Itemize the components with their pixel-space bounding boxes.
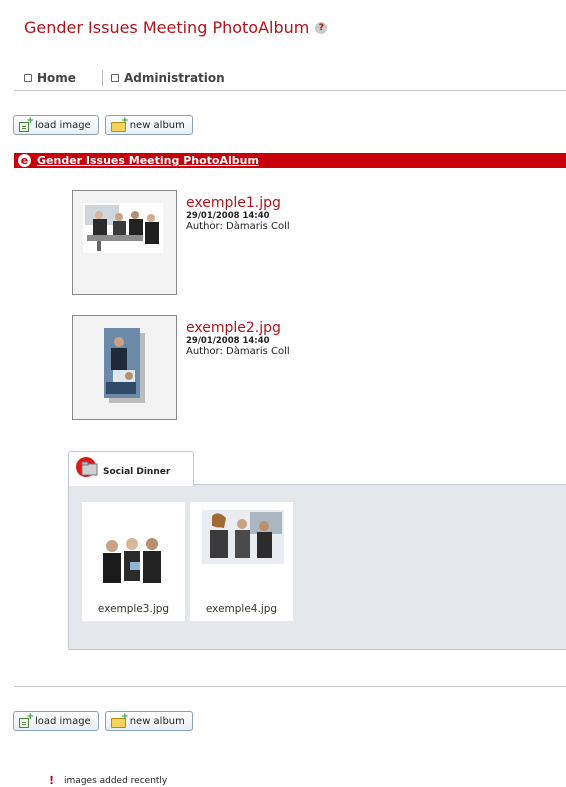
image-author: Author: Dàmaris Coll <box>186 221 290 232</box>
group-photo-icon <box>103 538 161 583</box>
image-date: 29/01/2008 14:40 <box>186 211 270 221</box>
nav-separator <box>102 70 103 86</box>
main-nav: Home Administration <box>14 64 566 91</box>
subalbum-image-name: exemple4.jpg <box>205 603 278 615</box>
image-thumbnail[interactable] <box>72 315 177 420</box>
image-item: exemple1.jpg 29/01/2008 14:40 Author: Dà… <box>72 190 552 296</box>
add-folder-icon: + <box>110 712 129 728</box>
image-author: Author: Dàmaris Coll <box>186 346 290 357</box>
image-meta: exemple2.jpg 29/01/2008 14:40 Author: Dà… <box>186 321 290 358</box>
album-folder-icon <box>76 457 98 477</box>
new-album-button[interactable]: + new album <box>104 115 193 135</box>
new-album-label: new album <box>129 715 185 727</box>
nav-item-administration[interactable]: Administration <box>111 71 225 85</box>
add-folder-icon: + <box>110 116 129 132</box>
image-item: exemple2.jpg 29/01/2008 14:40 Author: Dà… <box>72 315 552 421</box>
office-photo-icon <box>202 510 284 564</box>
nav-item-label: Home <box>37 71 76 85</box>
nav-item-label: Administration <box>124 71 225 85</box>
square-bullet-icon <box>111 74 119 82</box>
album-title-link[interactable]: Gender Issues Meeting PhotoAlbum <box>37 154 259 167</box>
image-meta: exemple1.jpg 29/01/2008 14:40 Author: Dà… <box>186 196 290 233</box>
page-title: Gender Issues Meeting PhotoAlbum <box>24 18 310 37</box>
business-photo-icon <box>104 328 145 403</box>
load-image-button[interactable]: + load image <box>13 115 99 135</box>
subalbum-image-card[interactable]: exemple3.jpg <box>82 502 185 621</box>
recent-images-section: ! images added recently <box>49 774 167 787</box>
help-icon[interactable]: ? <box>315 21 328 34</box>
meeting-photo-icon <box>83 203 163 253</box>
add-document-icon: + <box>19 116 34 132</box>
square-bullet-icon <box>24 74 32 82</box>
page-title-row: Gender Issues Meeting PhotoAlbum ? <box>24 18 328 37</box>
new-album-button[interactable]: + new album <box>104 711 193 731</box>
tab-social-dinner[interactable]: Social Dinner <box>68 451 194 486</box>
nav-item-home[interactable]: Home <box>24 71 76 85</box>
tab-label: Social Dinner <box>103 467 171 477</box>
load-image-button[interactable]: + load image <box>13 711 99 731</box>
image-name-link[interactable]: exemple1.jpg <box>186 196 290 211</box>
album-content: e Gender Issues Meeting PhotoAlbum exemp… <box>14 151 566 687</box>
load-image-label: load image <box>35 119 91 131</box>
image-name-link[interactable]: exemple2.jpg <box>186 321 290 336</box>
recent-images-label: images added recently <box>64 775 168 786</box>
subalbum-image-card[interactable]: exemple4.jpg <box>190 502 293 621</box>
album-header: e Gender Issues Meeting PhotoAlbum <box>14 153 566 168</box>
e-logo-icon: e <box>18 154 31 167</box>
image-thumbnail[interactable] <box>72 190 177 295</box>
add-document-icon: + <box>19 712 34 728</box>
image-date: 29/01/2008 14:40 <box>186 336 270 346</box>
alert-icon: ! <box>49 774 55 787</box>
subalbum-image-name: exemple3.jpg <box>97 603 170 615</box>
top-toolbar: + load image + new album <box>13 115 193 135</box>
load-image-label: load image <box>35 715 91 727</box>
new-album-label: new album <box>129 119 185 131</box>
bottom-toolbar: + load image + new album <box>13 711 193 731</box>
